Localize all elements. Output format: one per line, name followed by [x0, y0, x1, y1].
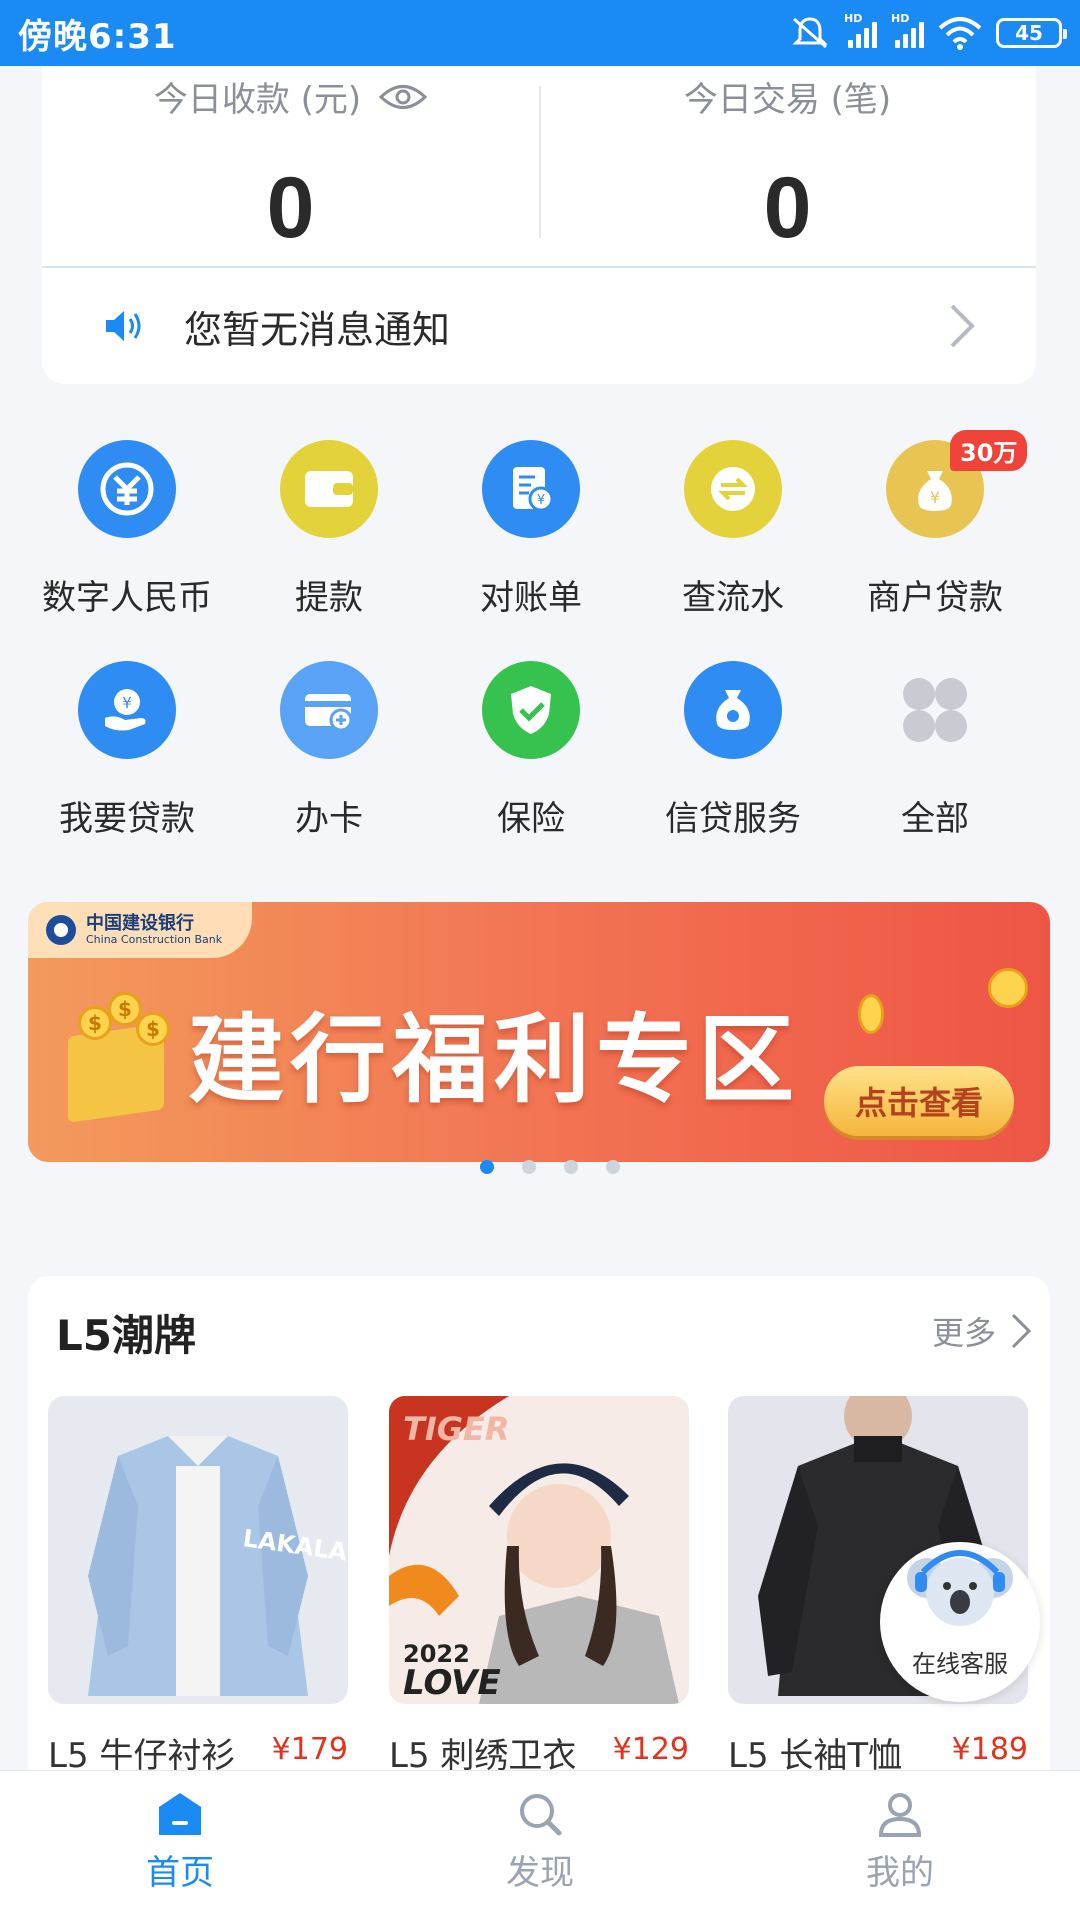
summary-card: 今日收款 (元) 0 今日交易 (笔) 0 您暂无消息通知: [42, 66, 1036, 384]
receipts-value: 0: [266, 160, 315, 256]
carousel-indicator: [0, 1160, 1080, 1174]
receipts-label: 今日收款 (元): [153, 80, 362, 120]
service-grid: 数字人民币 提款 ¥ 对账单 查流水 ¥ 30万 商户贷款 ¥ 我要贷款 办卡 …: [26, 430, 1036, 882]
product-card[interactable]: LAKALA L5 牛仔衬衫 ¥179: [48, 1396, 348, 1776]
banner-title: 建行福利专区: [188, 1004, 800, 1116]
service-label: 商户贷款: [867, 578, 1003, 618]
wifi-icon: [938, 17, 982, 50]
service-statement[interactable]: ¥ 对账单: [430, 440, 632, 619]
chevron-right-icon: [1011, 1313, 1032, 1349]
statement-icon: ¥: [482, 440, 580, 538]
service-apply-card[interactable]: 办卡: [228, 661, 430, 840]
coin-icon: $: [136, 1012, 170, 1046]
status-time: 傍晚6:31: [18, 16, 177, 57]
l5-section: L5潮牌 更多 LAKALA L5 牛仔衬衫 ¥179 TIGER 2022 L…: [28, 1276, 1050, 1796]
tab-label: 首页: [146, 1853, 214, 1893]
service-label: 全部: [901, 799, 969, 839]
home-icon: [159, 1793, 201, 1835]
carousel-dot[interactable]: [564, 1160, 578, 1174]
eye-icon[interactable]: [379, 82, 428, 112]
exchange-icon: [684, 440, 782, 538]
service-label: 提款: [295, 578, 363, 618]
mute-icon: [792, 17, 828, 49]
product-price: ¥179: [271, 1732, 348, 1767]
transactions-value: 0: [763, 160, 812, 256]
transactions-label: 今日交易 (笔): [683, 80, 892, 120]
loan-badge: 30万: [950, 430, 1028, 471]
service-label: 对账单: [480, 578, 582, 618]
wallet-icon: [280, 440, 378, 538]
more-link[interactable]: 更多: [932, 1308, 1032, 1354]
tab-mine[interactable]: 我的: [720, 1771, 1080, 1920]
tab-label: 我的: [866, 1853, 934, 1893]
view-button[interactable]: 点击查看: [824, 1066, 1014, 1136]
service-label: 我要贷款: [59, 799, 195, 839]
service-label: 保险: [497, 799, 565, 839]
product-price: ¥129: [612, 1732, 689, 1767]
carousel-dot[interactable]: [480, 1160, 494, 1174]
service-digital-rmb[interactable]: 数字人民币: [26, 440, 228, 619]
coin-icon: [988, 968, 1028, 1008]
service-transactions[interactable]: 查流水: [632, 440, 834, 619]
coin-icon: [858, 994, 884, 1034]
coin-icon: $: [78, 1006, 112, 1040]
user-icon: [878, 1793, 922, 1837]
today-receipts: 今日收款 (元) 0: [42, 66, 539, 258]
service-insurance[interactable]: 保险: [430, 661, 632, 840]
svg-text:¥: ¥: [122, 694, 132, 712]
all-grid-icon: [886, 661, 984, 759]
carousel-dot[interactable]: [522, 1160, 536, 1174]
product-card[interactable]: TIGER 2022 LOVE L5 刺绣卫衣 ¥129: [389, 1396, 689, 1776]
service-withdraw[interactable]: 提款: [228, 440, 430, 619]
koala-mascot-icon: [907, 1550, 1013, 1626]
loan-hand-icon: ¥: [78, 661, 176, 759]
customer-service-button[interactable]: 在线客服: [880, 1542, 1040, 1702]
service-label: 查流水: [682, 578, 784, 618]
signal-icon: HD: [891, 12, 924, 48]
service-label: 办卡: [295, 799, 363, 839]
promo-banner[interactable]: 中国建设银行 China Construction Bank $ $ $ 建行福…: [28, 902, 1050, 1162]
speaker-icon: [106, 311, 141, 341]
svg-text:¥: ¥: [930, 488, 940, 507]
bottom-tab-bar: 首页 发现 我的: [0, 1770, 1080, 1920]
battery-icon: 45: [996, 18, 1067, 48]
today-transactions: 今日交易 (笔) 0: [539, 66, 1036, 258]
search-icon: [520, 1794, 562, 1836]
tab-discover[interactable]: 发现: [360, 1771, 720, 1920]
carousel-dot[interactable]: [606, 1160, 620, 1174]
section-title: L5潮牌: [56, 1311, 196, 1360]
svg-text:TIGER: TIGER: [403, 1410, 510, 1448]
notice-text: 您暂无消息通知: [184, 307, 451, 352]
svg-text:LOVE: LOVE: [403, 1663, 501, 1703]
digital-rmb-icon: [78, 440, 176, 538]
service-credit[interactable]: 信贷服务: [632, 661, 834, 840]
product-image: TIGER 2022 LOVE: [389, 1396, 689, 1704]
tab-home[interactable]: 首页: [0, 1771, 360, 1920]
credit-bag-icon: [684, 661, 782, 759]
bank-logo: 中国建设银行 China Construction Bank: [28, 902, 253, 958]
service-merchant-loan[interactable]: ¥ 30万 商户贷款: [834, 430, 1036, 619]
chevron-right-icon: [950, 304, 975, 348]
ccb-logo-icon: [46, 915, 76, 945]
product-image: LAKALA: [48, 1396, 348, 1704]
shield-icon: [482, 661, 580, 759]
signal-icon: HD: [844, 12, 877, 48]
svg-text:¥: ¥: [537, 493, 545, 508]
card-icon: [280, 661, 378, 759]
product-price: ¥189: [951, 1732, 1028, 1767]
tab-label: 发现: [506, 1853, 574, 1893]
service-all[interactable]: 全部: [834, 661, 1036, 840]
status-bar: 傍晚6:31 HD HD 45: [0, 0, 1080, 66]
service-apply-loan[interactable]: ¥ 我要贷款: [26, 661, 228, 840]
service-label: 数字人民币: [42, 578, 212, 618]
notice-bar[interactable]: 您暂无消息通知: [42, 268, 1036, 384]
customer-service-label: 在线客服: [912, 1650, 1008, 1678]
service-label: 信贷服务: [665, 799, 801, 839]
